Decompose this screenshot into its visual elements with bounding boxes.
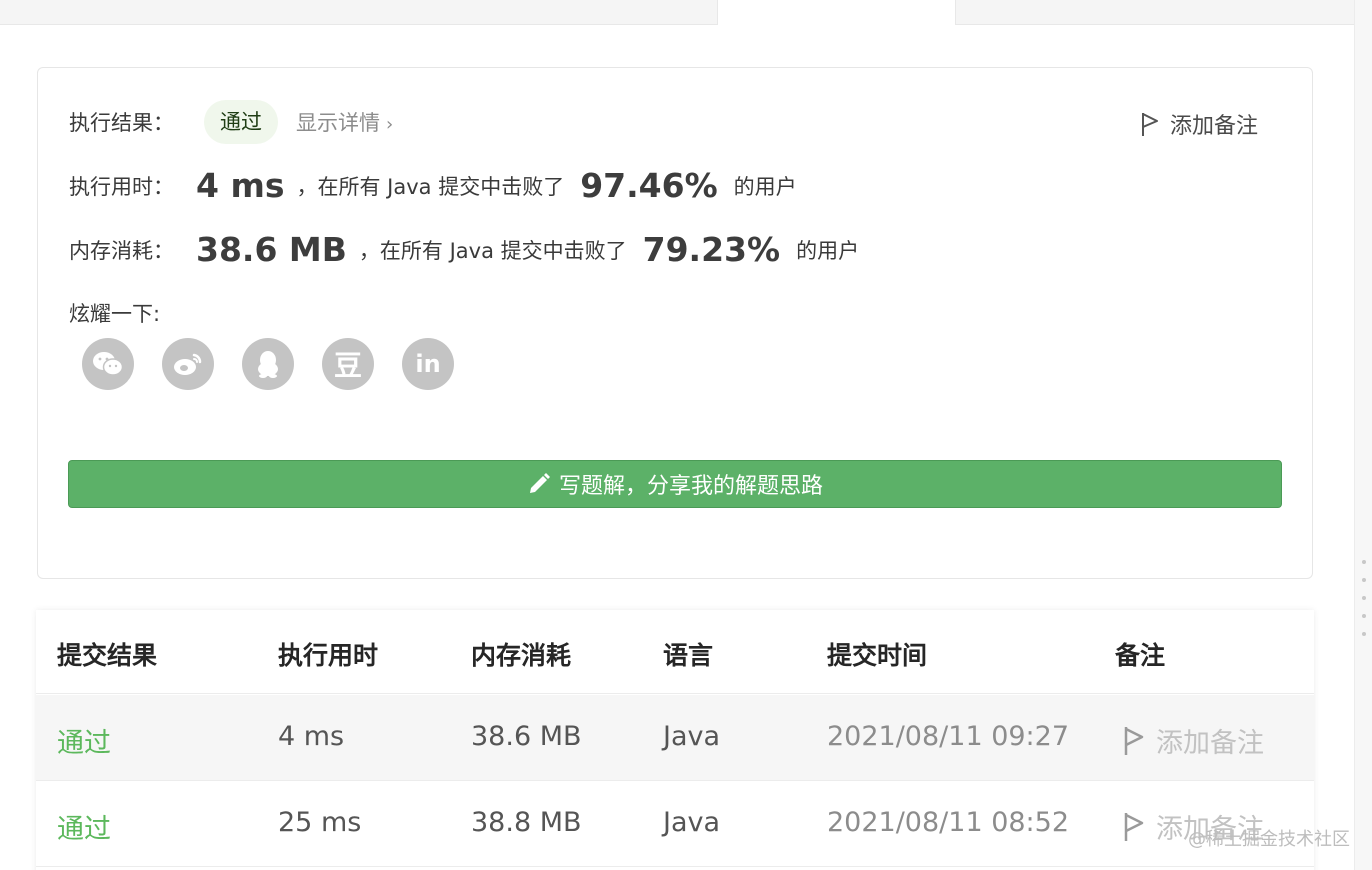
status-badge: 通过 <box>204 100 278 144</box>
table-row[interactable]: 通过 4 ms 38.6 MB Java 2021/08/11 09:27 添加… <box>36 695 1314 781</box>
row-add-note-button[interactable]: 添加备注 <box>1122 721 1264 760</box>
submissions-table: 提交结果 执行用时 内存消耗 语言 提交时间 备注 通过 4 ms 38.6 M… <box>36 610 1314 870</box>
memory-row: 内存消耗： 38.6 MB ，在所有 Java 提交中击败了 79.23% 的用… <box>69 230 859 269</box>
memory-value: 38.6 MB <box>196 230 347 269</box>
write-solution-label: 写题解，分享我的解题思路 <box>558 474 823 499</box>
memory-label: 内存消耗： <box>69 238 174 263</box>
header-runtime: 执行用时 <box>278 641 379 670</box>
row-memory: 38.8 MB <box>471 807 582 838</box>
row-runtime: 25 ms <box>278 807 362 838</box>
tab-strip <box>0 0 1372 26</box>
right-panel-edge <box>1354 0 1372 870</box>
show-details-label: 显示详情 <box>296 111 380 135</box>
linkedin-glyph: in <box>415 350 441 378</box>
row-runtime: 4 ms <box>278 721 345 752</box>
row-submit-time: 2021/08/11 09:27 <box>827 721 1070 752</box>
row-memory: 38.6 MB <box>471 721 582 752</box>
memory-suffix: 的用户 <box>796 238 860 263</box>
douban-icon[interactable]: 豆 <box>322 338 374 390</box>
row-language: Java <box>663 807 721 838</box>
runtime-label: 执行用时： <box>69 174 174 199</box>
flag-icon <box>1124 812 1144 841</box>
qq-icon[interactable] <box>242 338 294 390</box>
tab-inactive-right[interactable] <box>955 0 1355 25</box>
memory-beat-text: ，在所有 Java 提交中击败了 <box>358 238 627 263</box>
weibo-icon[interactable] <box>162 338 214 390</box>
flag-icon <box>1141 113 1158 136</box>
wechat-icon[interactable] <box>82 338 134 390</box>
table-row[interactable]: 通过 25 ms 38.8 MB Java 2021/08/11 08:52 添… <box>36 781 1314 867</box>
share-icons: 豆 in <box>82 338 482 390</box>
result-label: 执行结果： <box>69 111 174 135</box>
tab-active[interactable] <box>718 0 955 26</box>
runtime-row: 执行用时： 4 ms ，在所有 Java 提交中击败了 97.46% 的用户 <box>69 166 797 205</box>
row-add-note-label: 添加备注 <box>1156 728 1264 759</box>
runtime-value: 4 ms <box>196 166 285 205</box>
tab-inactive-left[interactable] <box>0 0 718 25</box>
result-row: 执行结果： 通过 显示详情 › <box>69 100 393 144</box>
runtime-suffix: 的用户 <box>733 174 797 199</box>
row-submit-time: 2021/08/11 08:52 <box>827 807 1070 838</box>
add-note-label: 添加备注 <box>1169 114 1258 139</box>
drag-handle[interactable] <box>1362 560 1368 650</box>
share-label: 炫耀一下: <box>69 302 161 326</box>
write-solution-button[interactable]: 写题解，分享我的解题思路 <box>68 460 1282 508</box>
flag-icon <box>1124 726 1144 755</box>
pencil-icon <box>529 473 550 493</box>
row-status-link[interactable]: 通过 <box>57 807 111 846</box>
memory-percent: 79.23% <box>642 230 781 269</box>
runtime-percent: 97.46% <box>580 166 718 205</box>
row-status-link[interactable]: 通过 <box>57 721 111 760</box>
douban-glyph: 豆 <box>333 349 362 382</box>
result-card: 执行结果： 通过 显示详情 › 添加备注 执行用时： 4 ms ，在所有 Java… <box>37 67 1313 579</box>
header-submit-time: 提交时间 <box>827 641 928 670</box>
runtime-beat-text: ，在所有 Java 提交中击败了 <box>296 174 565 199</box>
row-language: Java <box>663 721 721 752</box>
watermark: @稀土掘金技术社区 <box>1188 829 1350 850</box>
header-memory: 内存消耗 <box>471 641 572 670</box>
header-note: 备注 <box>1115 641 1166 670</box>
add-note-button[interactable]: 添加备注 <box>1140 108 1258 140</box>
show-details-link[interactable]: 显示详情 › <box>296 107 393 137</box>
header-status: 提交结果 <box>57 641 158 670</box>
table-header: 提交结果 执行用时 内存消耗 语言 提交时间 备注 <box>36 610 1314 694</box>
share-row: 炫耀一下: <box>69 298 160 328</box>
header-language: 语言 <box>663 641 714 670</box>
linkedin-icon[interactable]: in <box>402 338 454 390</box>
chevron-right-icon: › <box>386 114 394 135</box>
